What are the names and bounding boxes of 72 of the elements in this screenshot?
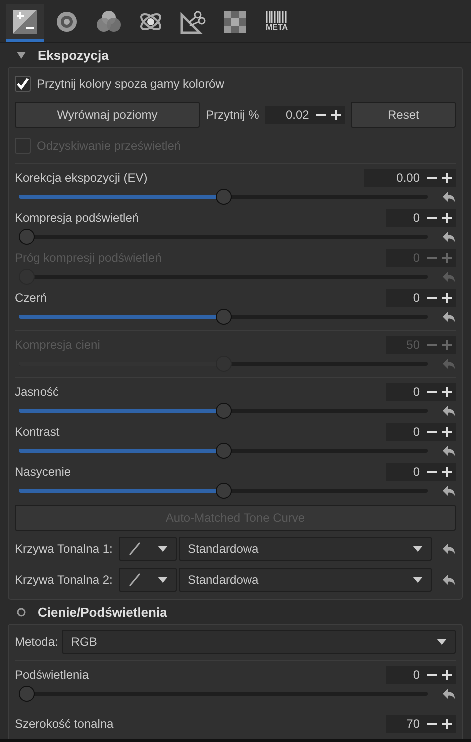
- checkerboard-icon: [224, 10, 246, 32]
- slider-thumb[interactable]: [216, 483, 232, 499]
- slider-label: Kompresja podświetleń: [15, 210, 140, 224]
- method-dropdown[interactable]: RGB: [62, 630, 456, 654]
- slider-thumb[interactable]: [19, 229, 35, 245]
- expand-arrow-icon[interactable]: [17, 52, 26, 58]
- slider-label: Kontrast: [15, 424, 60, 438]
- curve-type-dropdown[interactable]: Standardowa: [179, 536, 432, 560]
- plus-icon[interactable]: [441, 718, 453, 730]
- undo-icon[interactable]: [442, 446, 456, 456]
- undo-icon[interactable]: [442, 232, 456, 242]
- slider-thumb[interactable]: [216, 403, 232, 419]
- curve-type-dropdown[interactable]: Standardowa: [179, 568, 432, 592]
- caret-icon: [413, 576, 423, 582]
- undo-icon[interactable]: [442, 486, 456, 496]
- plus-icon[interactable]: [441, 292, 453, 304]
- plus-icon[interactable]: [441, 426, 453, 438]
- plus-icon[interactable]: [441, 172, 453, 184]
- section-title: Cienie/Podświetlenia: [38, 604, 168, 620]
- barcode-icon: [266, 11, 288, 23]
- slider-track[interactable]: [19, 443, 428, 459]
- undo-icon[interactable]: [442, 406, 456, 416]
- caret-icon: [158, 546, 168, 552]
- undo-icon[interactable]: [442, 574, 456, 584]
- lens-icon: [55, 10, 79, 34]
- method-label: Metoda:: [15, 635, 58, 649]
- diagonal-line-icon: [128, 542, 142, 556]
- checkbox[interactable]: [15, 76, 31, 92]
- slider-label: Podświetlenia: [15, 668, 90, 682]
- slider-track[interactable]: [19, 483, 428, 499]
- plus-icon[interactable]: [441, 212, 453, 224]
- slider-thumb[interactable]: [216, 189, 232, 205]
- slider-track[interactable]: [19, 309, 428, 325]
- plus-icon[interactable]: [330, 109, 342, 121]
- curve-mode-dropdown[interactable]: [119, 536, 177, 560]
- undo-icon[interactable]: [442, 689, 456, 699]
- exposure-icon: [12, 8, 38, 34]
- slider-label: Szerokość tonalna: [15, 717, 114, 731]
- undo-icon[interactable]: [442, 192, 456, 202]
- slider-track[interactable]: [19, 229, 428, 245]
- tool-tab[interactable]: META: [258, 4, 296, 42]
- caret-icon: [413, 546, 423, 552]
- slider-thumb[interactable]: [216, 443, 232, 459]
- slider-thumb[interactable]: [19, 686, 35, 702]
- section-title: Ekspozycja: [38, 48, 109, 62]
- slider-track[interactable]: [19, 403, 428, 419]
- slider-label: Nasycenie: [15, 464, 72, 478]
- slider-label: Jasność: [15, 384, 60, 398]
- caret-icon: [437, 639, 447, 645]
- caret-icon: [158, 576, 168, 582]
- curve-label: Krzywa Tonalna 1:: [15, 542, 114, 556]
- slider-track[interactable]: [19, 686, 428, 702]
- plus-icon[interactable]: [441, 466, 453, 478]
- undo-icon[interactable]: [442, 544, 456, 554]
- tool-tab[interactable]: [6, 4, 44, 42]
- diagonal-line-icon: [128, 572, 142, 586]
- curve-mode-dropdown[interactable]: [119, 568, 177, 592]
- undo-icon[interactable]: [442, 312, 456, 322]
- clip-label: Przytnij %: [206, 108, 260, 122]
- slider-label: Czerń: [15, 290, 48, 304]
- color-circles-icon: [96, 8, 122, 34]
- slider-thumb[interactable]: [216, 309, 232, 325]
- checkbox-label: Przytnij kolory spoza gamy kolorów: [37, 77, 224, 91]
- toggle-circle-icon[interactable]: [17, 608, 26, 616]
- slider-track[interactable]: [19, 189, 428, 205]
- plus-icon[interactable]: [441, 668, 453, 680]
- ruler-scissors-icon: [180, 8, 206, 34]
- plus-icon[interactable]: [441, 386, 453, 398]
- curve-label: Krzywa Tonalna 2:: [15, 572, 114, 586]
- reset-button[interactable]: Reset: [351, 102, 456, 128]
- auto-levels-button[interactable]: Wyrównaj poziomy: [15, 102, 200, 128]
- slider-label: Korekcja ekspozycji (EV): [15, 170, 148, 184]
